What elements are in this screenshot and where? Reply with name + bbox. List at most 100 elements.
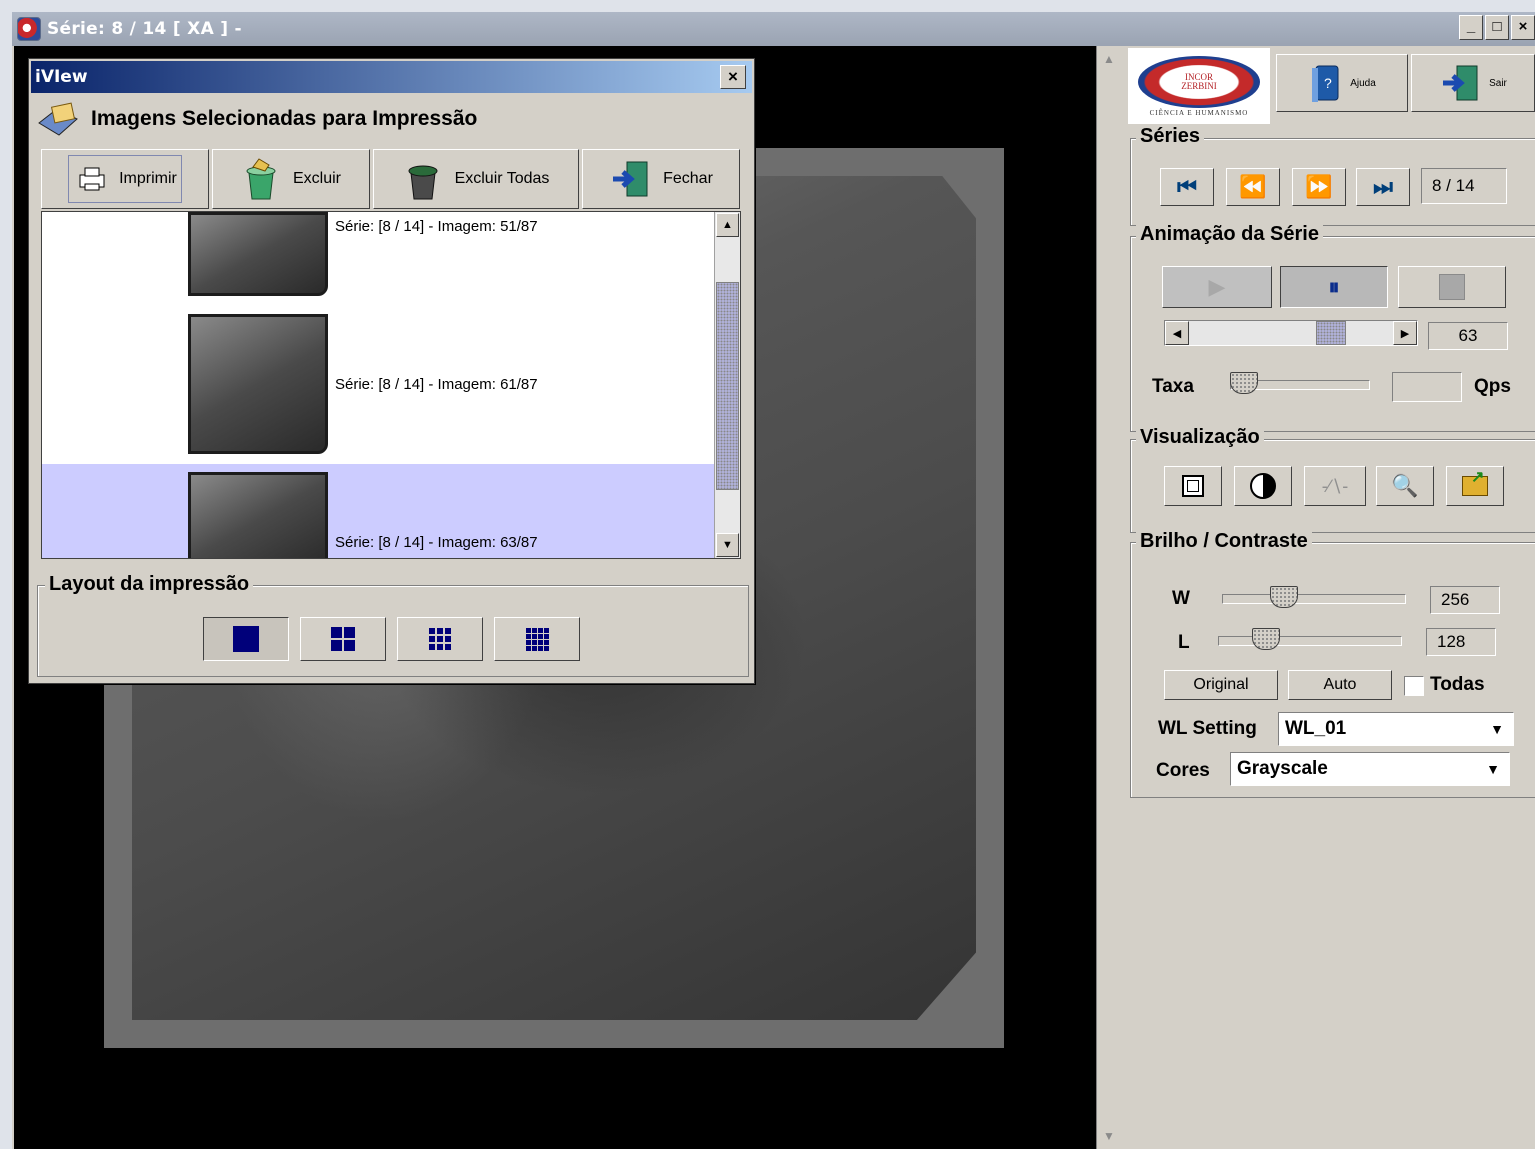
last-series-button[interactable]: ⏭: [1356, 168, 1410, 206]
zoom-icon: 🔍: [1391, 473, 1419, 498]
l-slider-thumb[interactable]: [1252, 628, 1280, 650]
scroll-up-icon[interactable]: ▲: [1103, 52, 1115, 66]
w-slider-thumb[interactable]: [1270, 586, 1298, 608]
layout-title: Layout da impressão: [45, 573, 254, 596]
image-label: Série: [8 / 14] - Imagem: 51/87: [335, 218, 538, 235]
layout-1x1-button[interactable]: [203, 617, 289, 661]
help-button[interactable]: ? Ajuda: [1276, 54, 1408, 112]
delete-all-button[interactable]: Excluir Todas: [373, 149, 579, 209]
next-icon: ⏩: [1305, 174, 1333, 199]
auto-button[interactable]: Auto: [1288, 670, 1392, 700]
last-icon: ⏭: [1373, 174, 1393, 199]
close-label: Fechar: [663, 170, 713, 187]
zoom-button[interactable]: 🔍: [1376, 466, 1434, 506]
trash-icon: [246, 158, 276, 200]
print-dialog: iVIew × Imagens Selecionadas para Impres…: [28, 58, 755, 684]
first-series-button[interactable]: ⏮: [1160, 168, 1214, 206]
pause-button[interactable]: ⏸: [1280, 266, 1388, 308]
image-label: Série: [8 / 14] - Imagem: 61/87: [335, 376, 538, 393]
l-value-field[interactable]: 128: [1426, 628, 1496, 656]
close-button[interactable]: ×: [1511, 15, 1535, 40]
list-item[interactable]: Série: [8 / 14] - Imagem: 61/87: [42, 306, 714, 464]
viewer-scrollbar[interactable]: ▲ ▼: [1096, 46, 1124, 1149]
frame-right-arrow-icon[interactable]: ▶: [1393, 321, 1417, 345]
frame-scroll-thumb[interactable]: [1315, 321, 1346, 345]
wl-setting-select[interactable]: WL_01 ▼: [1278, 712, 1514, 746]
incor-logo: INCOR ZERBINI CIÊNCIA E HUMANISMO: [1128, 48, 1270, 124]
exit-button[interactable]: Sair: [1411, 54, 1535, 112]
list-scroll-thumb[interactable]: [716, 282, 739, 490]
stop-button[interactable]: [1398, 266, 1506, 308]
cine-icon: -∕∖-: [1321, 475, 1349, 496]
rate-label: Taxa: [1152, 376, 1194, 397]
dialog-header-text: Imagens Selecionadas para Impressão: [91, 107, 478, 130]
brightness-title: Brilho / Contraste: [1136, 530, 1312, 553]
scroll-down-icon[interactable]: ▼: [716, 533, 739, 557]
selected-images-list[interactable]: Série: [8 / 14] - Imagem: 51/87 Série: […: [41, 211, 741, 559]
layout-4x4-button[interactable]: [494, 617, 580, 661]
original-button[interactable]: Original: [1164, 670, 1278, 700]
export-icon: ↗: [1462, 469, 1488, 496]
cine-button[interactable]: -∕∖-: [1304, 466, 1366, 506]
rate-field[interactable]: [1392, 372, 1462, 402]
close-dialog-button[interactable]: Fechar: [582, 149, 740, 209]
scroll-down-icon[interactable]: ▼: [1103, 1129, 1115, 1143]
printer-icon: [79, 167, 105, 191]
dialog-header: Imagens Selecionadas para Impressão: [35, 99, 477, 139]
delete-all-label: Excluir Todas: [454, 170, 550, 187]
fit-icon: [1182, 475, 1204, 497]
all-checkbox[interactable]: [1404, 676, 1424, 696]
rate-slider-thumb[interactable]: [1230, 372, 1258, 394]
layout-1x1-icon: [233, 626, 259, 652]
logo-caption: CIÊNCIA E HUMANISMO: [1149, 108, 1249, 117]
layout-3x3-button[interactable]: [397, 617, 483, 661]
export-button[interactable]: ↗: [1446, 466, 1504, 506]
w-slider-track[interactable]: [1222, 594, 1406, 604]
series-title: Séries: [1136, 125, 1205, 148]
minimize-button[interactable]: _: [1459, 15, 1483, 40]
colors-value: Grayscale: [1237, 758, 1328, 779]
delete-button[interactable]: Excluir: [212, 149, 370, 209]
layout-2x2-button[interactable]: [300, 617, 386, 661]
rate-unit-label: Qps: [1474, 376, 1511, 397]
svg-text:?: ?: [1324, 75, 1332, 91]
next-series-button[interactable]: ⏩: [1292, 168, 1346, 206]
animation-title: Animação da Série: [1136, 223, 1323, 246]
list-item[interactable]: Série: [8 / 14] - Imagem: 51/87: [42, 212, 714, 310]
previous-series-button[interactable]: ⏪: [1226, 168, 1280, 206]
frame-number-field[interactable]: 63: [1428, 322, 1508, 350]
dialog-close-button[interactable]: ×: [720, 65, 746, 89]
exit-door-icon: [1443, 65, 1478, 101]
dialog-title: iVIew: [35, 67, 88, 87]
series-counter: 8 / 14: [1421, 168, 1507, 204]
scroll-up-icon[interactable]: ▲: [716, 213, 739, 237]
list-item-selected[interactable]: Série: [8 / 14] - Imagem: 63/87: [42, 464, 714, 558]
exit-door-icon: [613, 161, 648, 197]
window-titlebar: Série: 8 / 14 [ XA ] - _ □ ×: [12, 12, 1535, 46]
app-icon: [17, 17, 41, 41]
first-icon: ⏮: [1177, 174, 1197, 199]
image-thumbnail: [188, 212, 328, 296]
w-label: W: [1172, 588, 1190, 609]
print-button[interactable]: Imprimir: [41, 149, 209, 209]
all-label: Todas: [1430, 674, 1485, 695]
l-slider-track[interactable]: [1218, 636, 1402, 646]
frame-scrollbar[interactable]: ◀ ▶: [1164, 320, 1418, 346]
printer-folder-icon: [38, 102, 78, 136]
layout-4x4-icon: [525, 627, 549, 651]
colors-select[interactable]: Grayscale ▼: [1230, 752, 1510, 786]
frame-left-arrow-icon[interactable]: ◀: [1165, 321, 1189, 345]
chevron-down-icon[interactable]: ▼: [1477, 753, 1509, 785]
play-button[interactable]: ▶: [1162, 266, 1272, 308]
maximize-button[interactable]: □: [1485, 15, 1509, 40]
fit-button[interactable]: [1164, 466, 1222, 506]
w-value-field[interactable]: 256: [1430, 586, 1500, 614]
chevron-down-icon[interactable]: ▼: [1481, 713, 1513, 745]
layout-2x2-icon: [331, 627, 355, 651]
wl-setting-value: WL_01: [1285, 718, 1347, 739]
stop-icon: [1439, 274, 1465, 300]
colors-label: Cores: [1156, 760, 1210, 781]
invert-button[interactable]: [1234, 466, 1292, 506]
dialog-titlebar: iVIew ×: [31, 61, 752, 93]
list-scrollbar[interactable]: ▲ ▼: [714, 212, 740, 558]
